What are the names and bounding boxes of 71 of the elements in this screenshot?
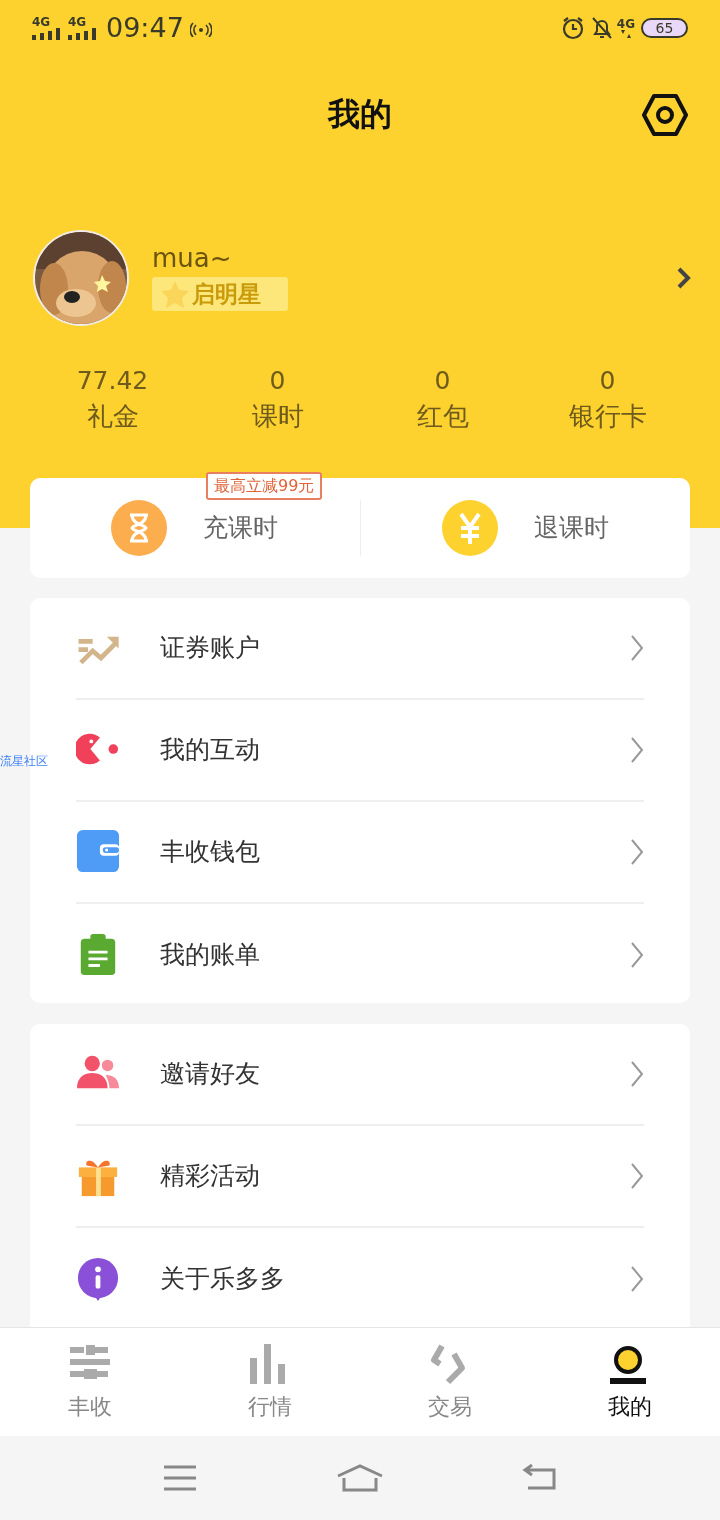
profile-row[interactable]: mua~ 启明星 (0, 228, 720, 328)
alarm-icon (560, 16, 585, 40)
signal-icon (68, 28, 98, 40)
back-icon (522, 1464, 558, 1492)
chevron-right-icon (676, 266, 692, 290)
settings-button[interactable] (642, 92, 688, 138)
hotspot-icon (189, 19, 212, 37)
action-label: 充课时 (203, 512, 279, 545)
clock-time: 09:47 (106, 10, 184, 45)
menu-item[interactable]: 我的账单 (76, 904, 644, 1006)
hourglass-icon (111, 500, 168, 556)
tab[interactable]: 行情 (180, 1328, 360, 1436)
menu-label: 我的账单 (160, 939, 261, 972)
user-name: mua~ (152, 245, 233, 271)
stat-value: 0 (434, 368, 451, 393)
stat-item[interactable]: 0 银行卡 (525, 368, 690, 429)
stat-label: 课时 (251, 403, 304, 429)
tab[interactable]: 交易 (360, 1328, 540, 1436)
network-label: 4G (616, 17, 635, 30)
level-name: 启明星 (192, 282, 261, 306)
network-label: 4G (32, 16, 51, 28)
stat-value: 0 (269, 368, 286, 393)
tab-label: 我的 (608, 1396, 652, 1418)
tab-label: 行情 (248, 1396, 292, 1418)
discount-tag: 最高立减99元 (206, 472, 323, 500)
menu-label: 精彩活动 (160, 1160, 261, 1193)
chevron-right-icon (630, 736, 644, 764)
home-icon (336, 1464, 384, 1492)
chevron-right-icon (630, 634, 644, 662)
chevron-right-icon (630, 838, 644, 866)
chevron-right-icon (630, 941, 644, 969)
action-button[interactable]: 退课时 (360, 478, 690, 578)
chevron-right-icon (630, 1060, 644, 1088)
stat-label: 礼金 (86, 403, 139, 429)
menu-item[interactable]: 证券账户 (76, 598, 644, 700)
tab-label: 丰收 (68, 1396, 112, 1418)
menu-icon (163, 1464, 197, 1492)
page-title: 我的 (328, 94, 392, 135)
menu-label: 关于乐多多 (160, 1263, 286, 1296)
menu-item[interactable]: 精彩活动 (76, 1126, 644, 1228)
community-link[interactable]: 流星社区 (0, 752, 48, 770)
menu-label: 我的互动 (160, 734, 261, 767)
chevron-right-icon (630, 1162, 644, 1190)
stat-item[interactable]: 77.42 礼金 (30, 368, 195, 429)
wallet-icon (76, 830, 120, 874)
menu-item[interactable]: 我的互动 (76, 700, 644, 802)
yen-icon (441, 500, 498, 556)
network-label: 4G (68, 16, 87, 28)
stat-item[interactable]: 0 红包 (360, 368, 525, 429)
stat-label: 红包 (416, 403, 469, 429)
settings-icon (642, 93, 688, 137)
stat-label: 银行卡 (568, 403, 647, 429)
tab-label: 交易 (428, 1396, 472, 1418)
battery-level: 65 (655, 21, 674, 35)
menu-label: 证券账户 (160, 632, 261, 665)
menu-item[interactable]: 丰收钱包 (76, 802, 644, 904)
stat-value: 77.42 (76, 368, 149, 393)
star-icon (160, 280, 190, 308)
action-label: 退课时 (533, 512, 609, 545)
menu-item[interactable]: 关于乐多多 (76, 1228, 644, 1330)
menu-label: 丰收钱包 (160, 836, 261, 869)
tab[interactable]: 丰收 (0, 1328, 180, 1436)
muted-bell-icon (590, 16, 613, 40)
stat-value: 0 (599, 368, 616, 393)
signal-icon (32, 28, 62, 40)
menu-label: 邀请好友 (160, 1058, 261, 1091)
chevron-right-icon (630, 1265, 644, 1293)
tab[interactable]: 我的 (540, 1328, 720, 1436)
stat-item[interactable]: 0 课时 (195, 368, 360, 429)
info-icon (76, 1257, 120, 1301)
menu-item[interactable]: 邀请好友 (76, 1024, 644, 1126)
